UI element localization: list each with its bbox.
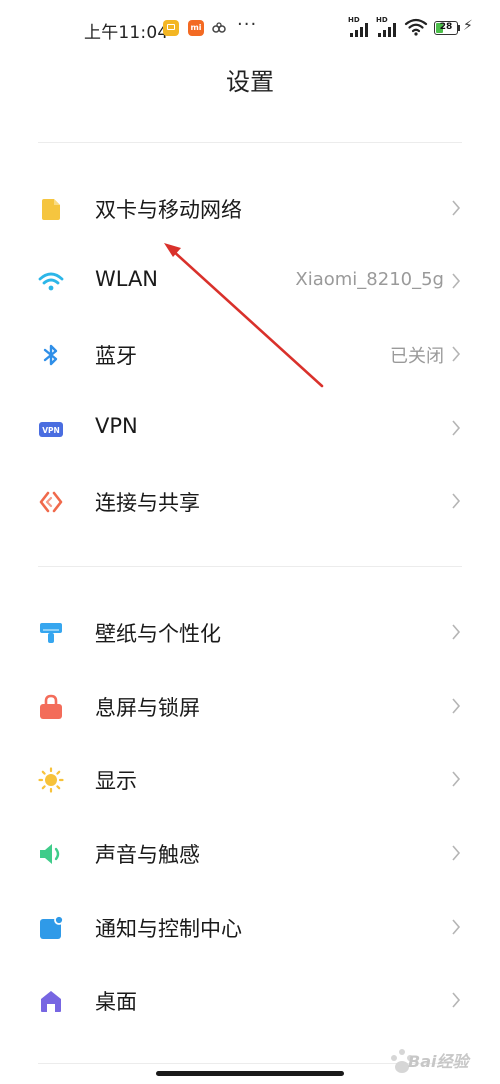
chevron-right-icon [452,420,461,436]
mi-icon: mi [188,20,204,36]
chevron-right-icon [452,346,461,362]
home-indicator[interactable] [156,1071,344,1076]
status-bar: 上午11:04 mi ··· HD HD 28 ⚡ [0,0,500,58]
svg-text:VPN: VPN [42,426,60,435]
settings-item-label: 连接与共享 [95,491,200,515]
link-icon [212,22,226,33]
settings-item-notifications[interactable]: 通知与控制中心 [0,897,500,957]
settings-item-label: 显示 [95,769,137,793]
bluetooth-icon [43,344,58,366]
more-icon: ··· [237,14,258,35]
settings-item-sound[interactable]: 声音与触感 [0,823,500,883]
settings-item-label: WLAN [95,267,159,291]
battery-level: 28 [439,22,453,32]
divider [38,142,462,143]
notification-icon [40,915,64,939]
charging-icon: ⚡ [463,18,473,34]
settings-item-value: Xiaomi_8210_5g [295,269,444,290]
sound-icon [40,844,60,864]
settings-item-label: VPN [95,414,138,438]
settings-item-label: 蓝牙 [95,344,137,368]
settings-item-bluetooth[interactable]: 蓝牙 已关闭 [0,324,500,384]
chevron-right-icon [452,919,461,935]
divider [38,566,462,567]
chevron-right-icon [452,493,461,509]
signal-icon: HD [348,17,372,37]
settings-item-label: 壁纸与个性化 [95,622,221,646]
chevron-right-icon [452,771,461,787]
battery-icon: 28 [434,21,458,35]
settings-item-label: 桌面 [95,990,137,1014]
settings-item-wallpaper[interactable]: 壁纸与个性化 [0,602,500,662]
status-time: 上午11:04 [84,23,169,43]
settings-item-display[interactable]: 显示 [0,749,500,809]
watermark-text: Bai经验 [408,1052,469,1071]
settings-item-lock-screen[interactable]: 息屏与锁屏 [0,676,500,736]
settings-item-value: 已关闭 [390,346,444,367]
settings-item-label: 声音与触感 [95,843,200,867]
vpn-icon: VPN [39,422,63,437]
chevron-right-icon [452,624,461,640]
wifi-icon [38,272,64,291]
settings-item-connection-share[interactable]: 连接与共享 [0,471,500,531]
sim-card-icon [42,199,60,220]
settings-item-label: 双卡与移动网络 [95,198,242,222]
lock-icon [40,694,62,719]
connection-share-icon [39,491,63,513]
chevron-right-icon [452,698,461,714]
settings-item-wlan[interactable]: WLAN Xiaomi_8210_5g [0,251,500,311]
settings-item-label: 息屏与锁屏 [95,696,200,720]
wallpaper-icon [40,623,62,643]
chevron-right-icon [452,845,461,861]
signal-icon: HD [376,17,400,37]
chevron-right-icon [452,273,461,289]
settings-item-label: 通知与控制中心 [95,917,242,941]
brightness-icon [38,767,64,793]
settings-item-dual-sim[interactable]: 双卡与移动网络 [0,178,500,238]
wifi-icon [404,18,428,36]
page-title: 设置 [226,68,274,96]
settings-item-home-screen[interactable]: 桌面 [0,970,500,1030]
home-icon [41,991,61,1012]
note-icon [163,20,179,36]
settings-item-vpn[interactable]: VPN VPN [0,398,500,458]
chevron-right-icon [452,200,461,216]
chevron-right-icon [452,992,461,1008]
